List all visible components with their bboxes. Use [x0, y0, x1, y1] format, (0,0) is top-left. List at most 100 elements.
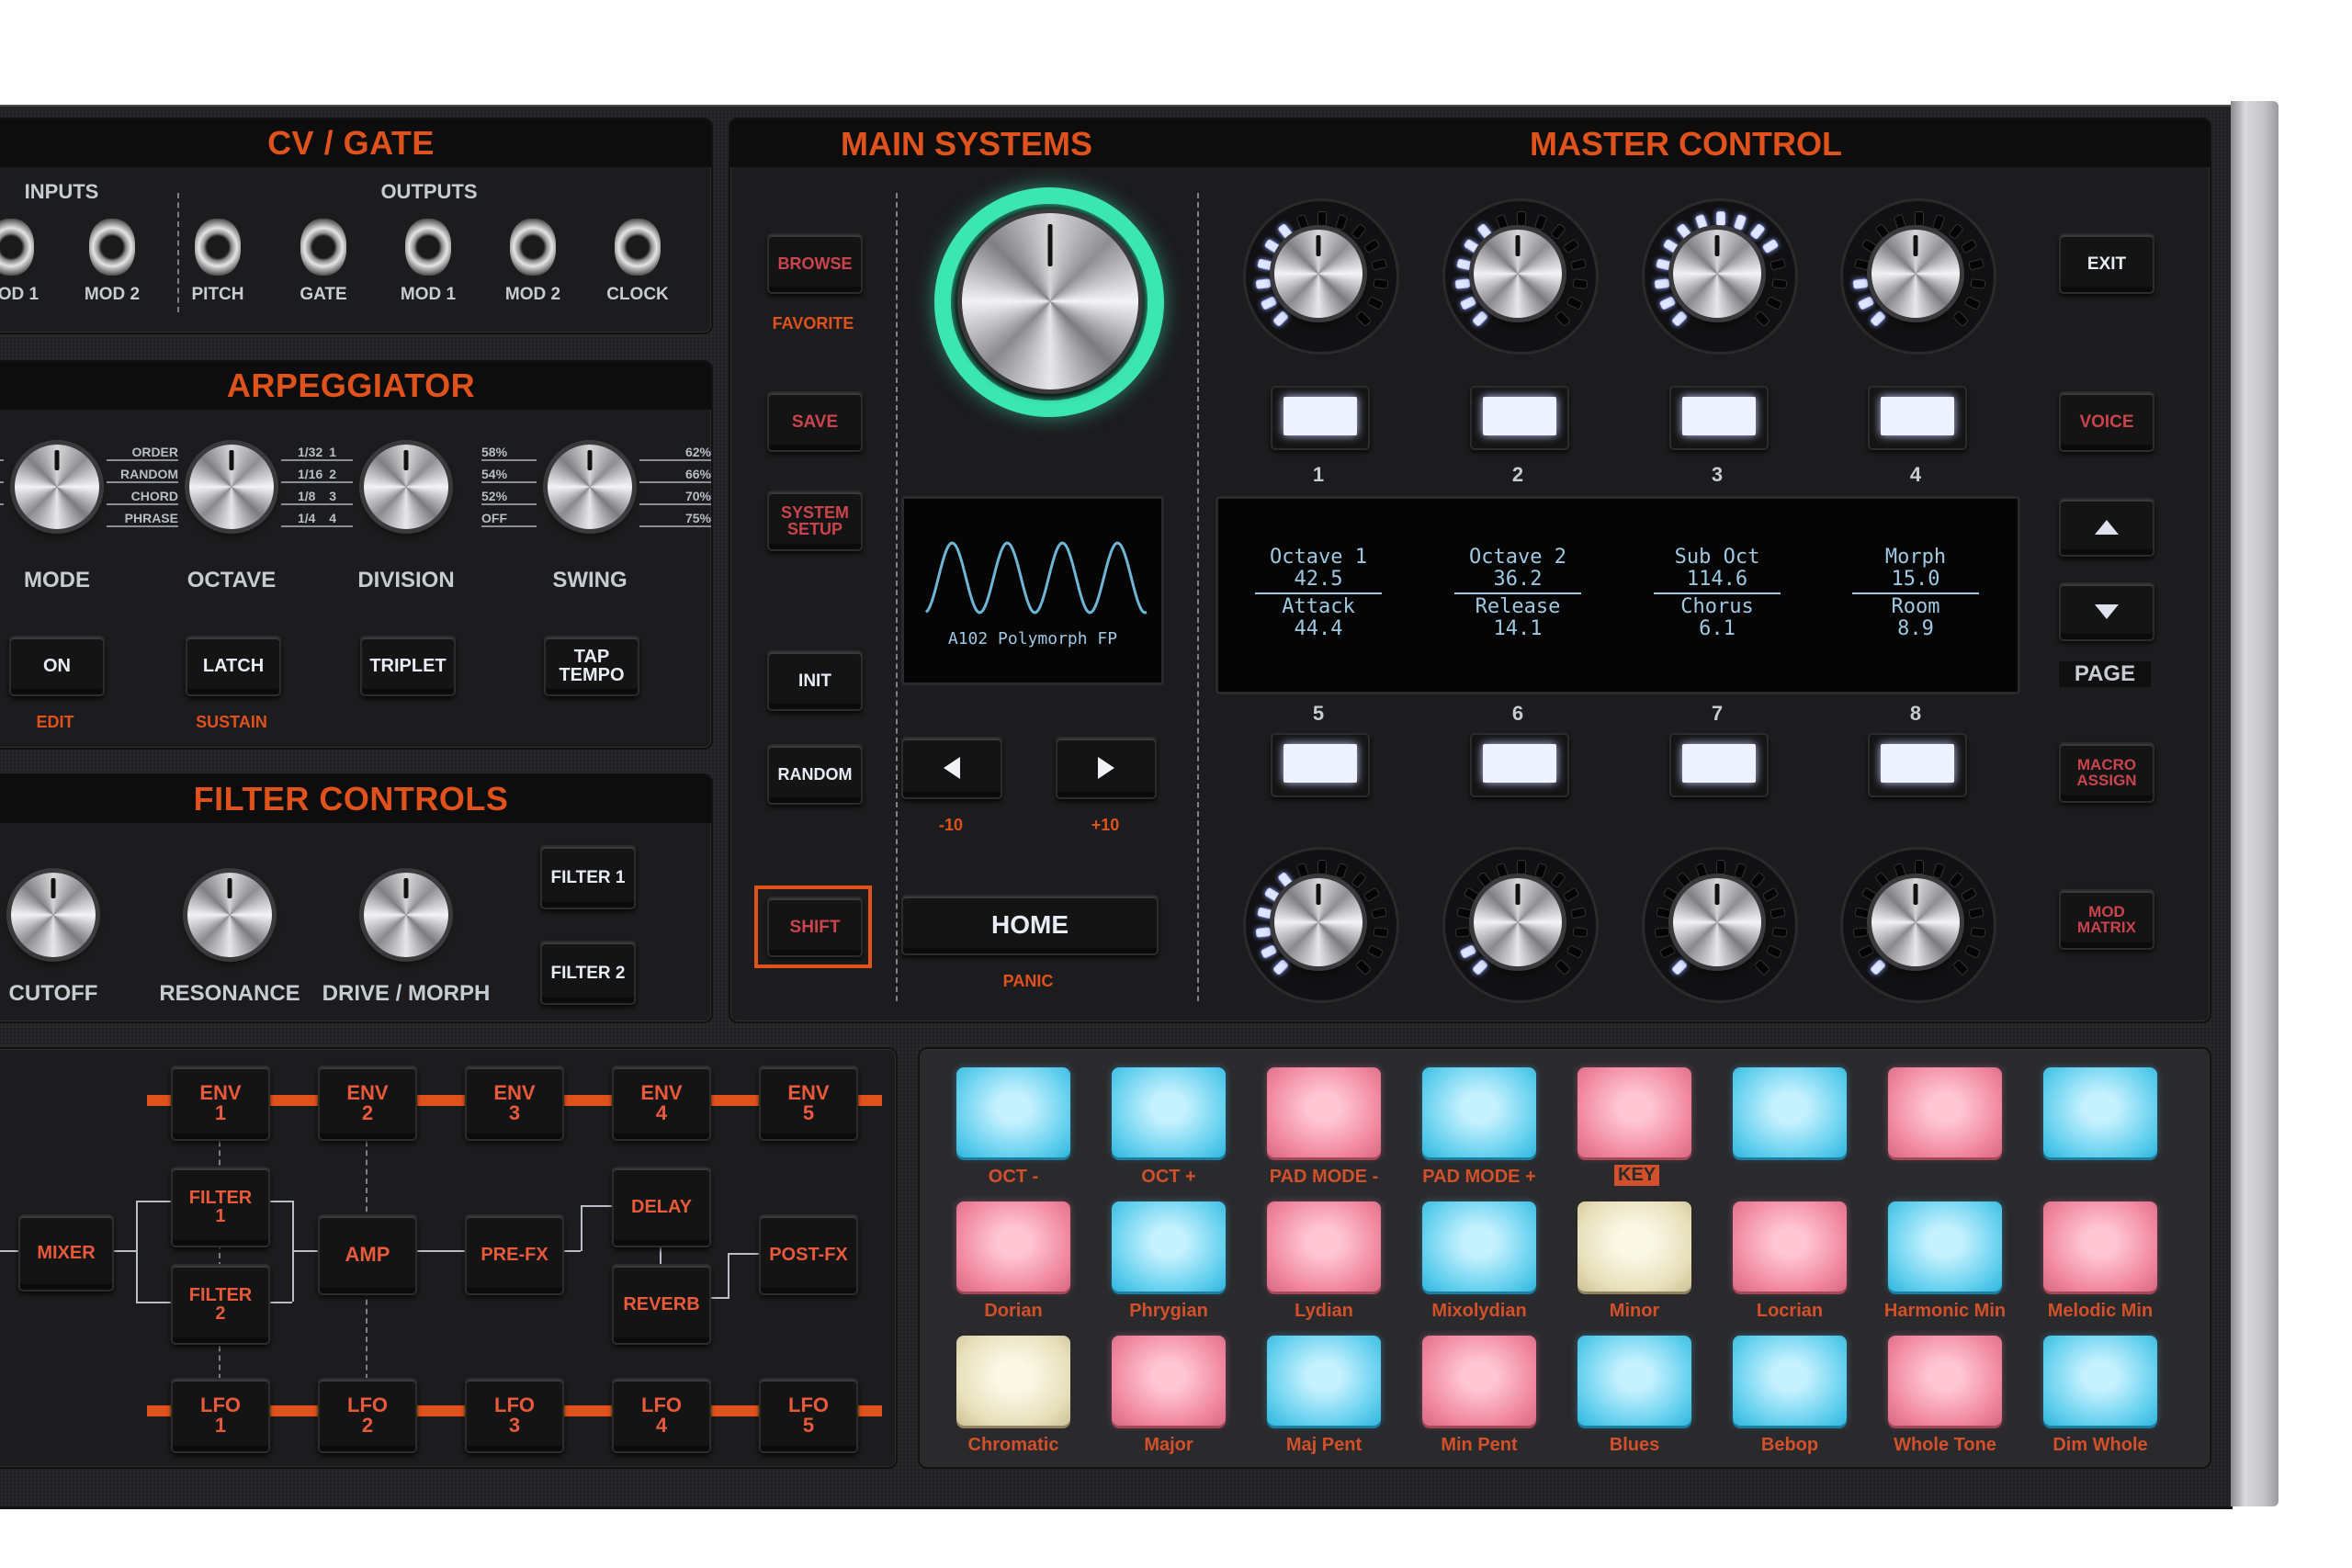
previous-patch-button[interactable]: [901, 737, 1002, 799]
arp-swing-knob[interactable]: [548, 445, 632, 529]
performance-pad-r3-c7[interactable]: [1888, 1336, 2002, 1426]
exit-button[interactable]: EXIT: [2059, 233, 2154, 294]
cv-input-jack[interactable]: [0, 219, 34, 276]
arp-tick-label: 54%: [481, 467, 537, 483]
macro-select-button-8[interactable]: [1868, 733, 1967, 797]
main-data-encoder[interactable]: [962, 213, 1138, 389]
performance-pad-r2-c4[interactable]: [1422, 1201, 1536, 1292]
filter-2-select-button[interactable]: FILTER 2: [540, 941, 636, 1005]
macro-select-button-4[interactable]: [1868, 386, 1967, 450]
performance-pad-r2-c5[interactable]: [1577, 1201, 1691, 1292]
macro-knob-8[interactable]: [1871, 878, 1960, 966]
macro-knob-4[interactable]: [1871, 230, 1960, 318]
performance-pad-r1-c4[interactable]: [1422, 1067, 1536, 1157]
envelope-1-button[interactable]: ENV 1: [171, 1066, 270, 1141]
macro-knob-3[interactable]: [1673, 230, 1761, 318]
performance-pad-r1-c5[interactable]: [1577, 1067, 1691, 1157]
macro-select-button-2[interactable]: [1470, 386, 1569, 450]
pre-fx-button[interactable]: PRE-FX: [465, 1214, 564, 1295]
performance-pad-r1-c1[interactable]: [956, 1067, 1070, 1157]
random-button[interactable]: RANDOM: [767, 744, 863, 805]
filter-resonance-knob[interactable]: [187, 873, 272, 957]
reverb-button[interactable]: REVERB: [612, 1264, 711, 1345]
led-segment: [1256, 258, 1273, 271]
filter-drive-morph-knob[interactable]: [364, 873, 448, 957]
performance-pad-r3-c6[interactable]: [1733, 1336, 1847, 1426]
filter-1-select-button[interactable]: FILTER 1: [540, 845, 636, 909]
macro-select-button-1[interactable]: [1271, 386, 1370, 450]
performance-pad-r1-c3[interactable]: [1267, 1067, 1381, 1157]
lfo-1-button[interactable]: LFO 1: [171, 1378, 270, 1453]
arp-mode-knob[interactable]: [15, 445, 99, 529]
macro-assign-button[interactable]: MACRO ASSIGN: [2059, 742, 2154, 803]
arp-division-knob[interactable]: [364, 445, 448, 529]
lfo-5-button[interactable]: LFO 5: [759, 1378, 858, 1453]
performance-pad-r1-c7[interactable]: [1888, 1067, 2002, 1157]
macro-select-button-3[interactable]: [1669, 386, 1769, 450]
arp-on-button[interactable]: ON: [9, 636, 105, 696]
lfo-4-button[interactable]: LFO 4: [612, 1378, 711, 1453]
delay-button[interactable]: DELAY: [612, 1167, 711, 1247]
lfo-2-button[interactable]: LFO 2: [318, 1378, 417, 1453]
performance-pad-r1-c8[interactable]: [2043, 1067, 2157, 1157]
shift-button[interactable]: SHIFT: [767, 897, 863, 957]
macro-knob-7[interactable]: [1673, 878, 1761, 966]
macro-select-button-6[interactable]: [1470, 733, 1569, 797]
system-setup-button[interactable]: SYSTEM SETUP: [767, 491, 863, 551]
performance-pad-r3-c3[interactable]: [1267, 1336, 1381, 1426]
performance-pad-r3-c4[interactable]: [1422, 1336, 1536, 1426]
mod-matrix-button[interactable]: MOD MATRIX: [2059, 889, 2154, 950]
cv-input-jack[interactable]: [89, 219, 135, 276]
page-down-button[interactable]: [2059, 582, 2154, 641]
performance-pad-r2-c7[interactable]: [1888, 1201, 2002, 1292]
macro-select-button-7[interactable]: [1669, 733, 1769, 797]
performance-pad-r3-c1[interactable]: [956, 1336, 1070, 1426]
mixer-button[interactable]: MIXER: [18, 1214, 114, 1292]
cv-output-jack[interactable]: [405, 219, 451, 276]
performance-pad-r3-c8[interactable]: [2043, 1336, 2157, 1426]
next-patch-button[interactable]: [1056, 737, 1157, 799]
filter-2-route-button[interactable]: FILTER 2: [171, 1264, 270, 1345]
macro-knob-5[interactable]: [1274, 878, 1363, 966]
macro-knob-1[interactable]: [1274, 230, 1363, 318]
browse-button[interactable]: BROWSE: [767, 233, 863, 294]
parameter-top-name: Octave 2: [1469, 546, 1566, 569]
cv-output-jack[interactable]: [195, 219, 241, 276]
arp-latch-button[interactable]: LATCH: [186, 636, 281, 696]
cv-output-jack[interactable]: [510, 219, 556, 276]
performance-pad-r1-c2[interactable]: [1112, 1067, 1226, 1157]
cv-output-jack[interactable]: [615, 219, 661, 276]
macro-knob-2[interactable]: [1474, 230, 1562, 318]
performance-pad-r3-c5[interactable]: [1577, 1336, 1691, 1426]
performance-pad-r2-c6[interactable]: [1733, 1201, 1847, 1292]
arp-tap-tempo-button[interactable]: TAP TEMPO: [544, 636, 639, 696]
voice-button[interactable]: VOICE: [2059, 391, 2154, 452]
lfo-3-button[interactable]: LFO 3: [465, 1378, 564, 1453]
performance-pad-r3-c2[interactable]: [1112, 1336, 1226, 1426]
signal-wire: [728, 1253, 729, 1299]
filter-1-route-button[interactable]: FILTER 1: [171, 1167, 270, 1247]
envelope-3-button[interactable]: ENV 3: [465, 1066, 564, 1141]
init-button[interactable]: INIT: [767, 650, 863, 711]
page-up-button[interactable]: [2059, 498, 2154, 557]
envelope-2-button[interactable]: ENV 2: [318, 1066, 417, 1141]
performance-pad-r2-c2[interactable]: [1112, 1201, 1226, 1292]
performance-pad-r1-c6[interactable]: [1733, 1067, 1847, 1157]
cv-output-jack[interactable]: [300, 219, 346, 276]
macro-knob-6[interactable]: [1474, 878, 1562, 966]
led-segment: [1471, 310, 1488, 328]
save-button[interactable]: SAVE: [767, 391, 863, 452]
performance-pad-r2-c1[interactable]: [956, 1201, 1070, 1292]
envelope-5-button[interactable]: ENV 5: [759, 1066, 858, 1141]
filter-cutoff-knob[interactable]: [11, 873, 96, 957]
arp-triplet-button[interactable]: TRIPLET: [360, 636, 456, 696]
macro-select-button-5[interactable]: [1271, 733, 1370, 797]
post-fx-button[interactable]: POST-FX: [759, 1214, 858, 1295]
arp-octave-knob[interactable]: [189, 445, 274, 529]
patch-display: A102 Polymorph FP: [901, 496, 1164, 685]
envelope-4-button[interactable]: ENV 4: [612, 1066, 711, 1141]
amp-button[interactable]: AMP: [318, 1214, 417, 1295]
performance-pad-r2-c3[interactable]: [1267, 1201, 1381, 1292]
performance-pad-r2-c8[interactable]: [2043, 1201, 2157, 1292]
home-button[interactable]: HOME: [901, 895, 1159, 955]
